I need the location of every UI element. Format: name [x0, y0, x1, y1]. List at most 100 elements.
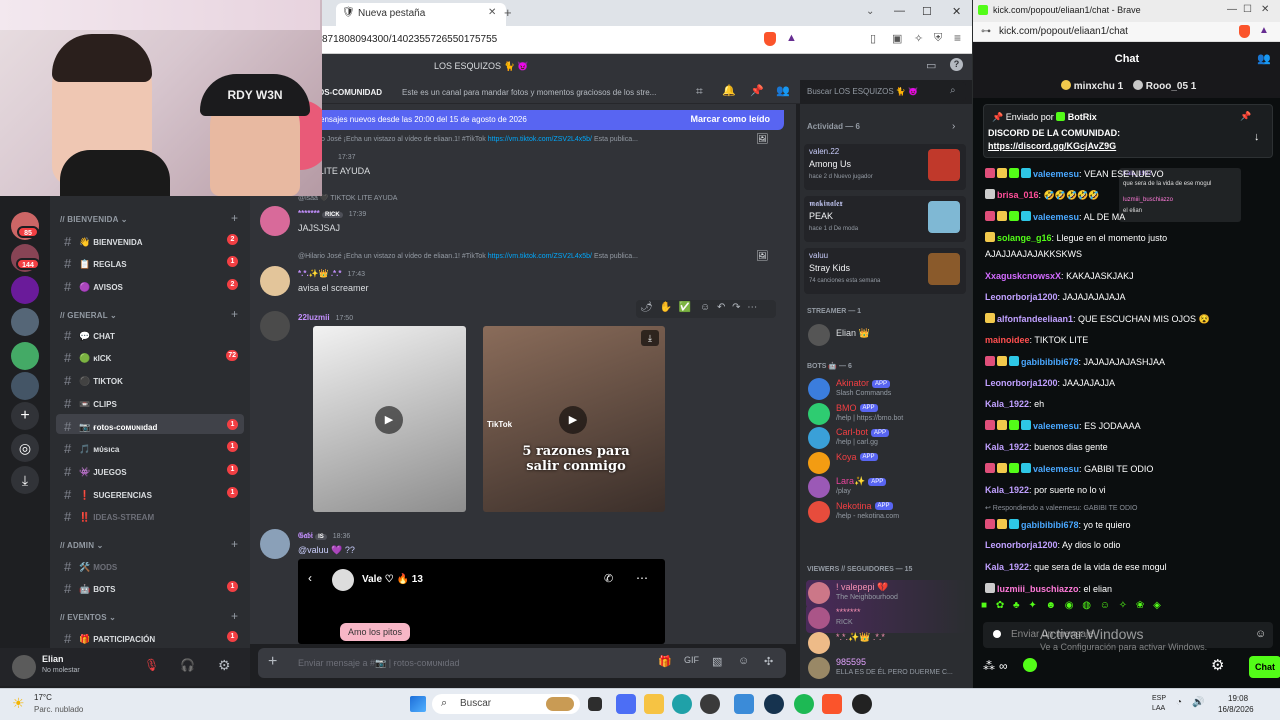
kick-link-icon[interactable]: ∞ [999, 659, 1008, 673]
activity-card[interactable]: valuu Stray Kids 74 canciones esta semana [804, 248, 966, 294]
kick-close-icon[interactable]: ✕ [1261, 4, 1269, 15]
add-server-icon[interactable]: + [11, 402, 39, 430]
pin-toggle-icon[interactable]: 📌 [1240, 111, 1251, 122]
member-item[interactable]: ******* RICK [806, 605, 966, 633]
mark-read-button[interactable]: Marcar como leído [690, 114, 770, 124]
weather-temp[interactable]: 17°C [34, 693, 52, 702]
store-icon[interactable] [616, 694, 636, 714]
chat-username[interactable]: valeemesu [1033, 212, 1079, 222]
extensions-icon[interactable]: ✧ [914, 32, 923, 45]
message-author[interactable]: 𝔊𝔞𝔟𝔦 IS 18:36 [298, 531, 350, 541]
channel-item[interactable]: # 🛠️ MODS [56, 554, 244, 574]
search-input[interactable]: Buscar LOS ESQUIZOS 🐈 😈 [807, 87, 918, 96]
tab-list-chevron-icon[interactable]: ⌄ [866, 6, 874, 17]
settings-gear-icon[interactable]: ⚙ [218, 657, 231, 674]
users-icon[interactable]: 👥 [1257, 52, 1271, 65]
sidebar-icon[interactable]: ▯ [870, 32, 876, 45]
channel-category[interactable]: // GENERAL ⌄ [60, 311, 117, 320]
member-item[interactable]: Elian 👑 [806, 322, 966, 350]
vpn-icon[interactable]: ⛨ [934, 32, 942, 45]
download-icon[interactable]: ⤓ [641, 330, 659, 346]
apps-icon[interactable]: ✣ [764, 655, 773, 668]
explorer-icon[interactable] [644, 694, 664, 714]
threads-icon[interactable]: ⌗ [696, 84, 703, 99]
headphones-icon[interactable]: 🎧 [180, 658, 195, 672]
member-item[interactable]: Nekotina APP/help - nekotina.com [806, 499, 966, 527]
pinned-message[interactable]: 📌 Enviado por BotRix DISCORD DE LA COMUN… [983, 104, 1273, 158]
mute-icon[interactable]: 🎙 [144, 658, 159, 672]
chat-username[interactable]: Leonorborja1200 [985, 378, 1058, 388]
chat-username[interactable]: luzmiii_buschiazzo [997, 584, 1079, 594]
message-author[interactable]: ******* RICK 17:39 [298, 209, 366, 218]
gifter-1[interactable]: minxchu 1 [1061, 80, 1123, 92]
activity-card[interactable]: 𝖒𝖆𝖐𝖎𝖓𝖆𝖑𝖊𝖝 PEAK hace 1 d De moda [804, 196, 966, 242]
new-messages-banner[interactable]: ensajes nuevos desde las 20:00 del 15 de… [312, 110, 784, 130]
channel-item[interactable]: # 🟣 AVISOS 2 [56, 274, 244, 294]
add-channel-icon[interactable]: + [231, 609, 238, 623]
avatar[interactable] [260, 311, 290, 341]
steam-icon[interactable] [764, 694, 784, 714]
chat-message[interactable]: Kala_1922: buenos dias gente [985, 442, 1275, 452]
channel-item[interactable]: # ⚫ TIKTOK [56, 368, 244, 388]
edge-icon[interactable] [672, 694, 692, 714]
play-button-icon[interactable]: ▶ [375, 406, 403, 434]
server-icon[interactable] [11, 342, 39, 370]
avatar[interactable] [260, 206, 290, 236]
inbox-window-icon[interactable]: ▭ [926, 59, 936, 72]
chat-message[interactable]: valeemesu: VEAN ESE NUEVO [985, 168, 1275, 179]
url-text[interactable]: 871808094300/1402355726550175755 [322, 34, 497, 45]
channel-item[interactable]: # 🎵 мύѕιca 1 [56, 436, 244, 456]
channel-item[interactable]: # 👾 JUEGOS 1 [56, 459, 244, 479]
obs-icon[interactable] [700, 694, 720, 714]
channel-category[interactable]: // BIENVENIDA ⌄ [60, 215, 128, 224]
control-panel-icon[interactable] [734, 694, 754, 714]
chat-username[interactable]: Kala_1922 [985, 485, 1029, 495]
reaction-hand-icon[interactable]: ✋ [659, 302, 671, 313]
server-icon[interactable] [11, 372, 39, 400]
volume-icon[interactable]: 🔊 [1192, 697, 1204, 708]
add-reaction-icon[interactable]: ☺ [700, 302, 710, 313]
chat-message[interactable]: gabibibibi678: JAJAJAJAJASHJAA [985, 356, 1275, 367]
discord-icon[interactable] [852, 694, 872, 714]
brave-rewards-icon[interactable]: ▲ [786, 32, 797, 44]
add-attachment-icon[interactable]: + [268, 653, 277, 671]
pin-icon[interactable]: 📌 [750, 84, 764, 97]
menu-icon[interactable]: ≡ [954, 31, 961, 45]
browser-tab[interactable]: 🛡 Nueva pestaña [336, 3, 506, 26]
add-channel-icon[interactable]: + [231, 211, 238, 225]
bell-icon[interactable]: 🔔 [722, 84, 736, 97]
activity-card[interactable]: valen.22 Among Us hace 2 d Nuevo jugador [804, 144, 966, 190]
chat-username[interactable]: mainoidee [985, 335, 1030, 345]
embed-image[interactable]: ‹ Vale ♡ 🔥 13 ✆ ⋯ Amo los pitos [298, 559, 665, 644]
start-icon[interactable] [410, 696, 426, 712]
chat-username[interactable]: XxaguskcnowsxX [985, 271, 1061, 281]
chat-message[interactable]: Kala_1922: por suerte no lo vi [985, 485, 1275, 495]
video-attachment[interactable]: ▶ TikTok 5 razones para salir conmigo ⤓ [483, 326, 665, 512]
channel-item[interactable]: # 📷 ғotos-coмυɴιdad 1 [56, 414, 244, 434]
chat-message[interactable]: valeemesu: ES JODAAAA [985, 420, 1275, 431]
reply-icon[interactable]: ↶ [717, 302, 725, 313]
chat-message[interactable]: gabibibibi678: yo te quiero [985, 519, 1275, 530]
channel-item[interactable]: # 🎁 PARTICIPACIÓN 1 [56, 626, 244, 646]
kick-gear-icon[interactable]: ⚙ [1211, 656, 1224, 674]
tiktok-link[interactable]: https://vm.tiktok.com/ZSV2L4x5b/ [488, 253, 592, 260]
reaction-check-icon[interactable]: ✅ [679, 302, 691, 313]
search-bar[interactable]: Buscar LOS ESQUIZOS 🐈 😈 ⌕ [802, 82, 966, 101]
members-icon[interactable]: 👥 [776, 84, 790, 97]
server-icon[interactable] [11, 308, 39, 336]
chat-username[interactable]: gabibibibi678 [1021, 357, 1079, 367]
channel-item[interactable]: # 👋 BIENVENIDA 2 [56, 229, 244, 249]
emoji-picker-icon[interactable]: ☺ [1255, 628, 1266, 640]
tab-close-icon[interactable]: ✕ [488, 7, 496, 18]
channel-item[interactable]: # 📋 REGLAS 1 [56, 251, 244, 271]
chat-message[interactable]: Kala_1922: que sera de la vida de ese mo… [985, 562, 1275, 572]
gifter-2[interactable]: Rooo_05 1 [1133, 80, 1196, 92]
lang-indicator[interactable]: ESP [1152, 695, 1166, 702]
chat-username[interactable]: brisa_016 [997, 190, 1039, 200]
chat-message[interactable]: mainoidee: TIKTOK LITE [985, 335, 1275, 345]
chat-message[interactable]: Leonorborja1200: JAJAJAJAJAJA [985, 292, 1275, 302]
channel-item[interactable]: # ❗ SUGERENCIAS 1 [56, 482, 244, 502]
channel-category[interactable]: // ADMIN ⌄ [60, 541, 104, 550]
wifi-icon[interactable]: ◔ [1176, 697, 1182, 708]
new-tab-icon[interactable]: + [504, 5, 512, 20]
